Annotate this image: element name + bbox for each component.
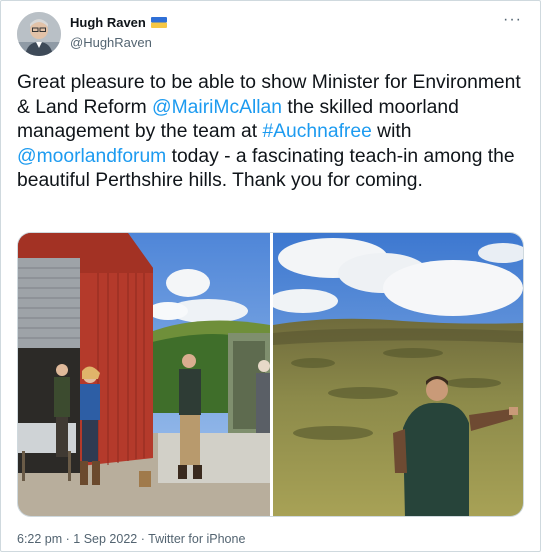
author-handle[interactable]: @HughRaven <box>70 35 152 50</box>
tweet-text: Great pleasure to be able to show Minist… <box>17 71 522 194</box>
photo-farm-shed-group[interactable] <box>18 233 270 516</box>
tweet-card: Hugh Raven @HughRaven ··· Great pleasure… <box>0 0 541 552</box>
mention-link[interactable]: @MairiMcAllan <box>152 97 282 118</box>
tweet-text-part: with <box>371 121 412 142</box>
tweet-date[interactable]: 1 Sep 2022 <box>73 532 137 546</box>
author-name[interactable]: Hugh Raven <box>70 15 146 30</box>
separator: · <box>62 532 74 546</box>
hashtag-link[interactable]: #Auchnafree <box>262 121 371 142</box>
tweet-timestamp: 6:22 pm · 1 Sep 2022 · Twitter for iPhon… <box>17 532 245 546</box>
avatar[interactable] <box>17 12 61 56</box>
separator: · <box>137 532 149 546</box>
tweet-source: Twitter for iPhone <box>148 532 246 546</box>
tweet-media <box>17 232 524 517</box>
ukraine-flag-icon <box>150 17 167 28</box>
profile-photo <box>17 12 61 56</box>
mention-link[interactable]: @moorlandforum <box>17 146 166 167</box>
photo-moorland-hillside[interactable] <box>273 233 523 516</box>
tweet-time[interactable]: 6:22 pm <box>17 532 62 546</box>
more-options-icon[interactable]: ··· <box>503 11 522 29</box>
